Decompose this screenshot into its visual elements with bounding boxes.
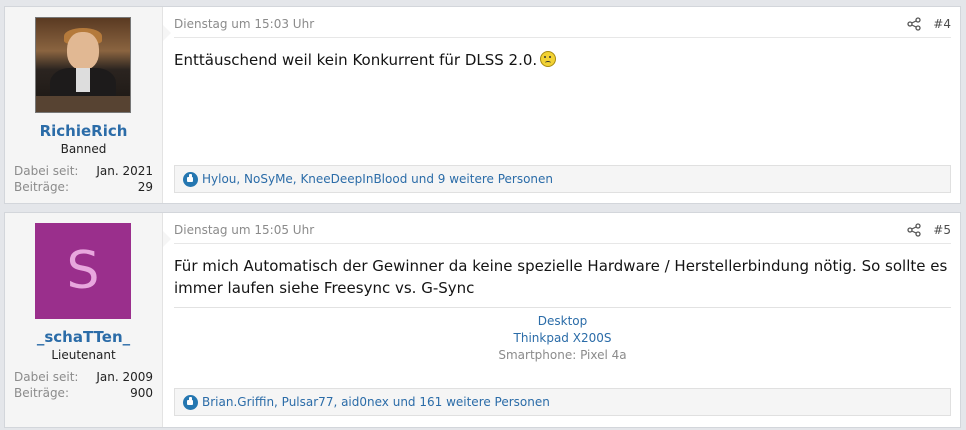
user-title: Lieutenant [51,348,116,362]
stat-value: Jan. 2009 [96,370,153,384]
post-number[interactable]: #4 [933,17,951,31]
post-body: Für mich Automatisch der Gewinner da kei… [174,255,951,299]
user-title: Banned [60,142,107,156]
post-body: Enttäuschend weil kein Konkurrent für DL… [174,49,951,71]
post-text: Enttäuschend weil kein Konkurrent für DL… [174,51,538,69]
username[interactable]: _schaTTen_ [5,328,162,346]
signature-link-desktop[interactable]: Desktop [174,313,951,330]
stat-joined: Dabei seit: Jan. 2009 [14,370,153,386]
post: S _schaTTen_ Lieutenant Dabei seit: Jan.… [4,212,961,428]
like-icon [183,395,198,410]
user-info: S _schaTTen_ Lieutenant Dabei seit: Jan.… [5,213,171,427]
divider [174,37,951,38]
avatar[interactable] [35,17,131,113]
signature: Desktop Thinkpad X200S Smartphone: Pixel… [174,307,951,364]
message: Dienstag um 15:03 Uhr #4 Enttäuschend we… [174,7,951,203]
post-text: Für mich Automatisch der Gewinner da kei… [174,257,948,297]
stat-label: Beiträge: [14,180,69,194]
stat-value[interactable]: 29 [138,180,153,194]
stat-value[interactable]: 900 [130,386,153,400]
stat-label: Beiträge: [14,386,69,400]
reactions-bar: Brian.Griffin, Pulsar77, aid0nex und 161… [174,388,951,416]
stat-posts: Beiträge: 29 [14,180,153,196]
stat-posts: Beiträge: 900 [14,386,153,402]
stat-label: Dabei seit: [14,164,79,178]
signature-link-thinkpad[interactable]: Thinkpad X200S [174,330,951,347]
divider [174,243,951,244]
post: RichieRich Banned Dabei seit: Jan. 2021 … [4,6,961,204]
reactions-link[interactable]: Brian.Griffin, Pulsar77, aid0nex und 161… [202,389,550,415]
user-info: RichieRich Banned Dabei seit: Jan. 2021 … [5,7,171,203]
share-icon[interactable] [907,223,921,237]
confused-smiley-icon [540,51,557,67]
stat-value: Jan. 2021 [96,164,153,178]
signature-text: Smartphone: Pixel 4a [498,348,627,362]
post-time[interactable]: Dienstag um 15:05 Uhr [174,223,314,237]
stat-joined: Dabei seit: Jan. 2021 [14,164,153,180]
post-number[interactable]: #5 [933,223,951,237]
avatar[interactable]: S [35,223,131,319]
stat-label: Dabei seit: [14,370,79,384]
username[interactable]: RichieRich [5,122,162,140]
reactions-link[interactable]: Hylou, NoSyMe, KneeDeepInBlood und 9 wei… [202,166,553,192]
post-time[interactable]: Dienstag um 15:03 Uhr [174,17,314,31]
like-icon [183,172,198,187]
share-icon[interactable] [907,17,921,31]
message: Dienstag um 15:05 Uhr #5 Für mich Automa… [174,213,951,427]
reactions-bar: Hylou, NoSyMe, KneeDeepInBlood und 9 wei… [174,165,951,193]
